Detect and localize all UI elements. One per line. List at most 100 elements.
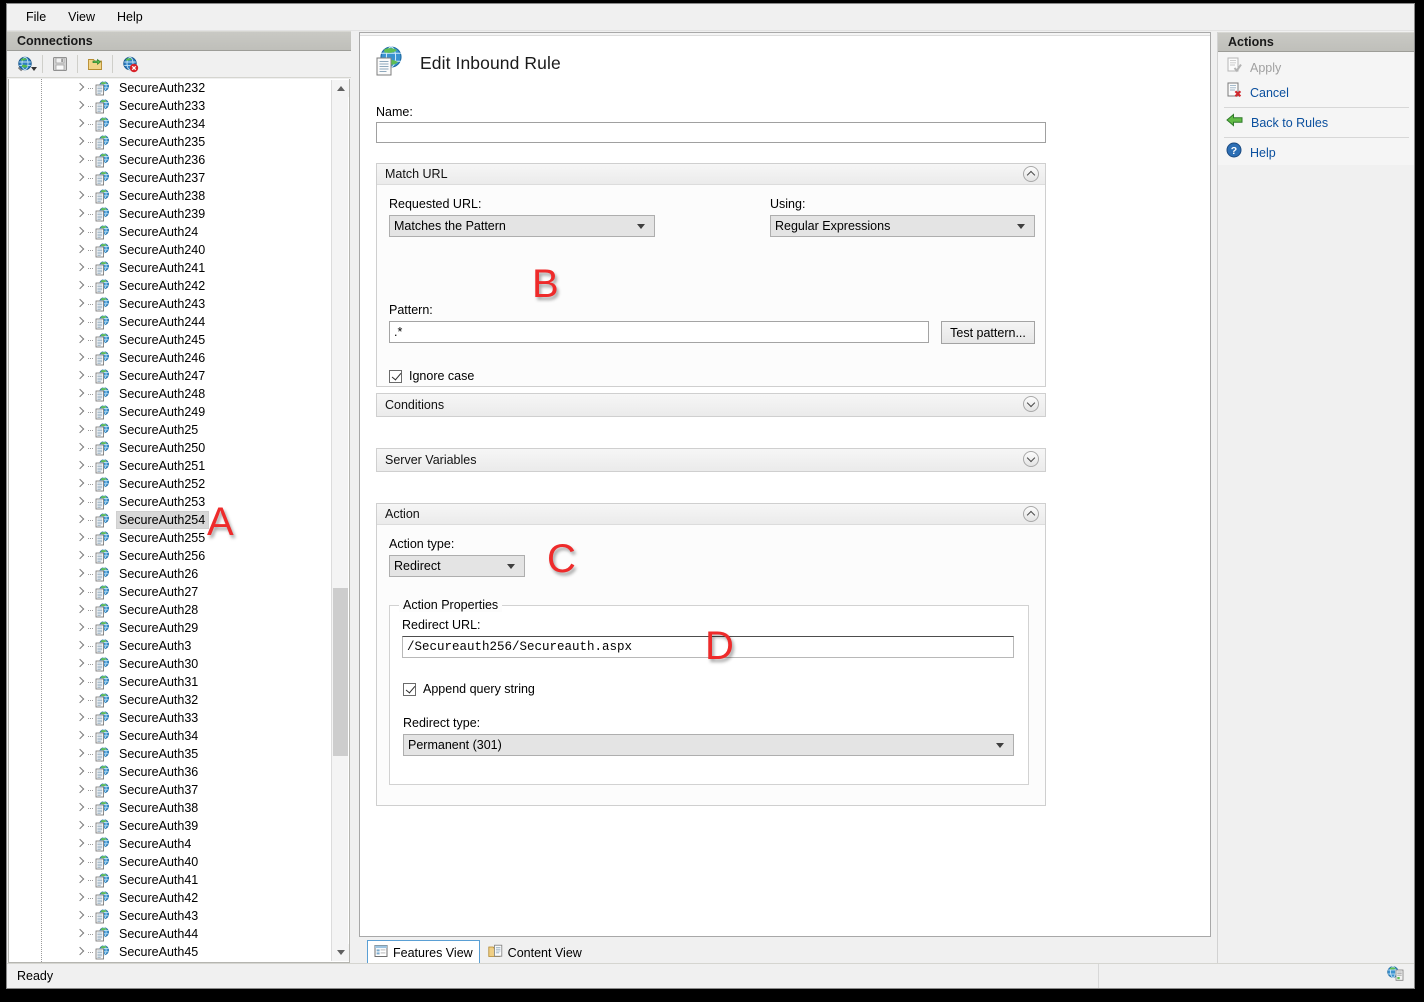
tree-item-site[interactable]: SecureAuth253 (9, 493, 329, 511)
tree-expand-chevron-icon[interactable] (75, 532, 87, 544)
requested-url-select[interactable]: Matches the Pattern (389, 215, 655, 237)
tree-item-site[interactable]: SecureAuth45 (9, 943, 329, 961)
tree-item-site[interactable]: SecureAuth255 (9, 529, 329, 547)
tree-item-site[interactable]: SecureAuth38 (9, 799, 329, 817)
tree-expand-chevron-icon[interactable] (75, 442, 87, 454)
tree-expand-chevron-icon[interactable] (75, 370, 87, 382)
tree-expand-chevron-icon[interactable] (75, 622, 87, 634)
tree-item-site[interactable]: SecureAuth36 (9, 763, 329, 781)
tree-expand-chevron-icon[interactable] (75, 910, 87, 922)
match-url-collapse-icon[interactable] (1023, 166, 1039, 182)
menu-view[interactable]: View (57, 7, 106, 28)
tree-item-site[interactable]: SecureAuth251 (9, 457, 329, 475)
tree-expand-chevron-icon[interactable] (75, 604, 87, 616)
tree-expand-chevron-icon[interactable] (75, 136, 87, 148)
tree-item-site[interactable]: SecureAuth249 (9, 403, 329, 421)
tree-expand-chevron-icon[interactable] (75, 154, 87, 166)
tree-item-site[interactable]: SecureAuth39 (9, 817, 329, 835)
tree-item-site[interactable]: SecureAuth234 (9, 115, 329, 133)
tree-expand-chevron-icon[interactable] (75, 748, 87, 760)
tree-expand-chevron-icon[interactable] (75, 874, 87, 886)
tree-item-site[interactable]: SecureAuth256 (9, 547, 329, 565)
tree-item-site[interactable]: SecureAuth247 (9, 367, 329, 385)
tree-item-site[interactable]: SecureAuth40 (9, 853, 329, 871)
action-back-to-rules[interactable]: Back to Rules (1218, 110, 1415, 135)
tree-item-site[interactable]: SecureAuth239 (9, 205, 329, 223)
tree-item-site[interactable]: SecureAuth31 (9, 673, 329, 691)
tree-item-site[interactable]: SecureAuth30 (9, 655, 329, 673)
tree-expand-chevron-icon[interactable] (75, 478, 87, 490)
tree-item-site[interactable]: SecureAuth252 (9, 475, 329, 493)
tree-item-site[interactable]: SecureAuth24 (9, 223, 329, 241)
tree-expand-chevron-icon[interactable] (75, 694, 87, 706)
conditions-header[interactable]: Conditions (377, 394, 1045, 416)
tree-item-site[interactable]: SecureAuth33 (9, 709, 329, 727)
tree-expand-chevron-icon[interactable] (75, 100, 87, 112)
tree-expand-chevron-icon[interactable] (75, 568, 87, 580)
tree-item-site[interactable]: SecureAuth44 (9, 925, 329, 943)
tree-item-site[interactable]: SecureAuth246 (9, 349, 329, 367)
tree-expand-chevron-icon[interactable] (75, 496, 87, 508)
scroll-up-button[interactable] (332, 80, 349, 97)
redirect-url-input[interactable] (402, 636, 1014, 658)
tree-expand-chevron-icon[interactable] (75, 676, 87, 688)
action-apply[interactable]: Apply (1218, 55, 1415, 80)
tree-item-site[interactable]: SecureAuth232 (9, 79, 329, 97)
action-type-select[interactable]: Redirect (389, 555, 525, 577)
tree-item-site[interactable]: SecureAuth4 (9, 835, 329, 853)
tab-features-view[interactable]: Features View (367, 940, 480, 965)
disconnect-icon[interactable] (118, 53, 142, 75)
match-url-header[interactable]: Match URL (377, 164, 1045, 185)
tree-expand-chevron-icon[interactable] (75, 460, 87, 472)
tree-item-site[interactable]: SecureAuth35 (9, 745, 329, 763)
tree-item-site[interactable]: SecureAuth25 (9, 421, 329, 439)
open-connection-icon[interactable] (83, 53, 107, 75)
tree-item-site[interactable]: SecureAuth29 (9, 619, 329, 637)
tree-item-site[interactable]: SecureAuth3 (9, 637, 329, 655)
tree-expand-chevron-icon[interactable] (75, 226, 87, 238)
ignore-case-checkbox[interactable] (389, 370, 402, 383)
tree-item-site[interactable]: SecureAuth37 (9, 781, 329, 799)
tree-item-site[interactable]: SecureAuth248 (9, 385, 329, 403)
tree-expand-chevron-icon[interactable] (75, 766, 87, 778)
using-select[interactable]: Regular Expressions (770, 215, 1035, 237)
append-query-checkbox[interactable] (403, 683, 416, 696)
tree-expand-chevron-icon[interactable] (75, 586, 87, 598)
connect-to-icon[interactable] (13, 53, 37, 75)
tree-expand-chevron-icon[interactable] (75, 802, 87, 814)
tree-expand-chevron-icon[interactable] (75, 928, 87, 940)
redirect-type-select[interactable]: Permanent (301) (403, 734, 1014, 756)
tree-item-site[interactable]: SecureAuth245 (9, 331, 329, 349)
tree-expand-chevron-icon[interactable] (75, 388, 87, 400)
scroll-down-button[interactable] (332, 944, 349, 961)
menu-file[interactable]: File (15, 7, 57, 28)
tree-expand-chevron-icon[interactable] (75, 190, 87, 202)
tree-expand-chevron-icon[interactable] (75, 262, 87, 274)
tree-item-site[interactable]: SecureAuth42 (9, 889, 329, 907)
tree-item-site[interactable]: SecureAuth28 (9, 601, 329, 619)
rule-name-input[interactable] (376, 122, 1046, 143)
append-query-row[interactable]: Append query string (403, 682, 535, 696)
tree-item-site[interactable]: SecureAuth244 (9, 313, 329, 331)
tree-item-site[interactable]: SecureAuth32 (9, 691, 329, 709)
tree-expand-chevron-icon[interactable] (75, 514, 87, 526)
tree-item-site[interactable]: SecureAuth27 (9, 583, 329, 601)
tree-expand-chevron-icon[interactable] (75, 820, 87, 832)
tree-item-site[interactable]: SecureAuth236 (9, 151, 329, 169)
tree-item-site[interactable]: SecureAuth240 (9, 241, 329, 259)
tree-expand-chevron-icon[interactable] (75, 334, 87, 346)
action-help[interactable]: ? Help (1218, 140, 1415, 165)
tree-expand-chevron-icon[interactable] (75, 352, 87, 364)
tree-expand-chevron-icon[interactable] (75, 838, 87, 850)
ignore-case-row[interactable]: Ignore case (389, 369, 474, 383)
tree-item-site[interactable]: SecureAuth254 (9, 511, 329, 529)
tree-expand-chevron-icon[interactable] (75, 118, 87, 130)
tree-item-site[interactable]: SecureAuth241 (9, 259, 329, 277)
tree-expand-chevron-icon[interactable] (75, 298, 87, 310)
tree-expand-chevron-icon[interactable] (75, 712, 87, 724)
tree-item-site[interactable]: SecureAuth34 (9, 727, 329, 745)
conditions-expand-icon[interactable] (1023, 396, 1039, 412)
tree-item-site[interactable]: SecureAuth243 (9, 295, 329, 313)
tree-expand-chevron-icon[interactable] (75, 406, 87, 418)
tree-item-site[interactable]: SecureAuth26 (9, 565, 329, 583)
